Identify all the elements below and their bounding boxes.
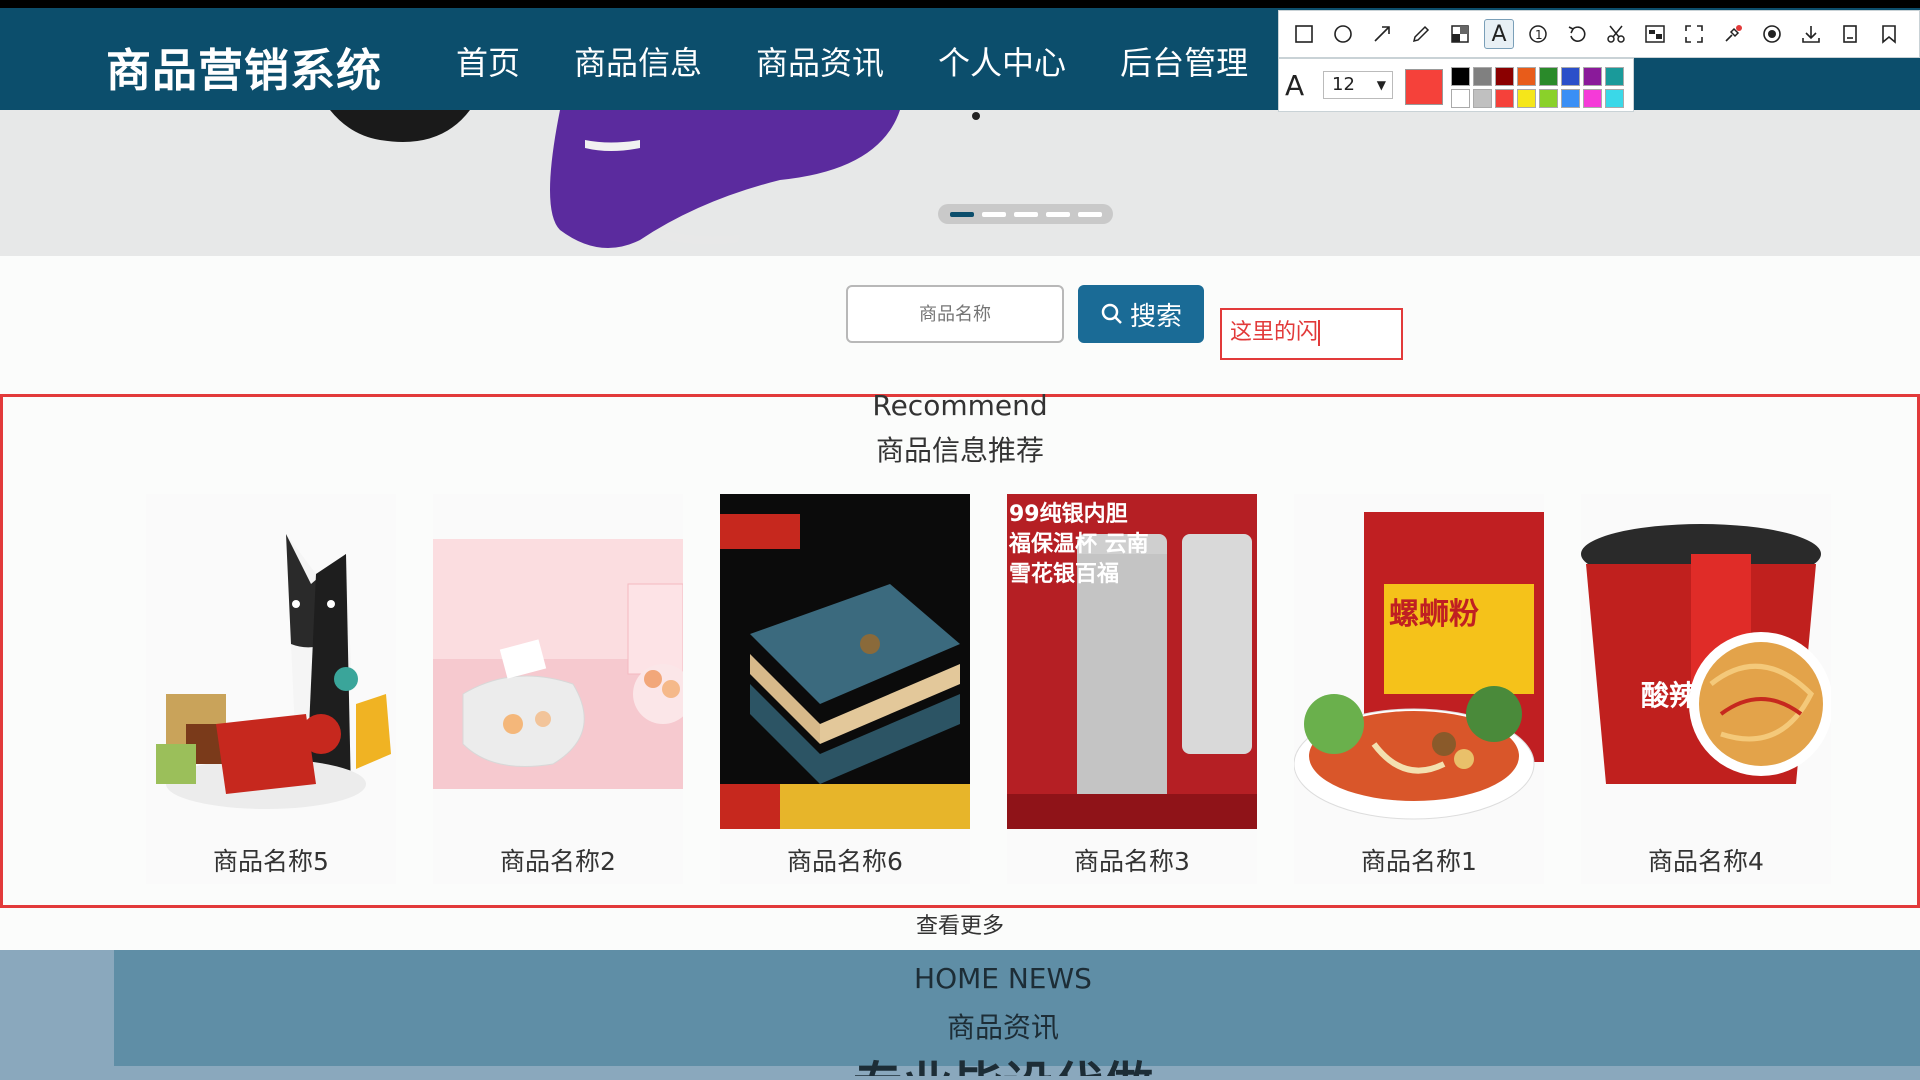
annotation-text: 这里的闪	[1230, 320, 1319, 345]
color-swatch[interactable]	[1605, 67, 1624, 86]
product-card[interactable]: 螺蛳粉 商品名称1	[1294, 494, 1544, 884]
product-image[interactable]	[720, 494, 970, 829]
nav-item-home[interactable]: 首页	[456, 38, 520, 84]
color-swatch[interactable]	[1517, 89, 1536, 108]
pencil-icon[interactable]	[1406, 19, 1436, 49]
search-button-label: 搜索	[1129, 301, 1182, 332]
carousel-indicators	[938, 204, 1113, 224]
carousel-dot[interactable]	[950, 211, 974, 217]
color-swatch[interactable]	[1495, 67, 1514, 86]
text-caret	[1318, 320, 1321, 346]
product-card[interactable]: 酸辣 商品名称4	[1581, 494, 1831, 884]
cut-icon[interactable]	[1601, 19, 1631, 49]
carousel-dot[interactable]	[1014, 211, 1038, 217]
download-icon[interactable]	[1796, 19, 1826, 49]
ocr-icon[interactable]	[1640, 19, 1670, 49]
nav-item-products[interactable]: 商品信息	[574, 38, 702, 84]
product-card[interactable]: 商品名称2	[433, 494, 683, 884]
fullscreen-icon[interactable]	[1679, 19, 1709, 49]
news-title-en: HOME NEWS	[914, 962, 1092, 995]
product-name[interactable]: 商品名称6	[720, 842, 970, 878]
record-icon[interactable]	[1757, 19, 1787, 49]
rectangle-icon[interactable]	[1289, 19, 1319, 49]
font-size-value: 12	[1332, 74, 1355, 95]
color-swatch[interactable]	[1561, 89, 1580, 108]
news-section: HOME NEWS 商品资讯 专业毕设代做	[114, 950, 1920, 1076]
number-icon[interactable]: 1	[1523, 19, 1553, 49]
news-title-cn: 商品资讯	[946, 1011, 1059, 1044]
color-swatch[interactable]	[1605, 89, 1624, 108]
search-button[interactable]: 搜索	[1078, 285, 1204, 343]
nav-item-news[interactable]: 商品资讯	[756, 38, 884, 84]
product-card[interactable]: 商品名称5	[146, 494, 396, 884]
top-black-strip	[0, 0, 1920, 8]
product-name[interactable]: 商品名称4	[1581, 842, 1831, 878]
product-card[interactable]: 商品名称6	[720, 494, 970, 884]
product-image[interactable]: 螺蛳粉	[1294, 494, 1544, 829]
color-swatch[interactable]	[1473, 67, 1492, 86]
product-image[interactable]	[146, 494, 396, 829]
font-size-select[interactable]: 12 ▼	[1323, 71, 1393, 99]
product-image[interactable]: 99纯银内胆 福保温杯 云南雪花银百福	[1007, 494, 1257, 829]
pin-icon[interactable]	[1718, 19, 1748, 49]
product-name[interactable]: 商品名称3	[1007, 842, 1257, 878]
carousel-dot[interactable]	[1078, 211, 1102, 217]
color-swatch[interactable]	[1561, 67, 1580, 86]
recommend-title-en: Recommend	[872, 389, 1048, 422]
search-input[interactable]	[846, 285, 1064, 343]
see-more-link[interactable]: 查看更多	[0, 908, 1920, 940]
color-swatch[interactable]	[1451, 89, 1470, 108]
main-content: 搜索 这里的闪 Recommend 商品信息推荐	[0, 256, 1920, 1080]
ellipse-icon[interactable]	[1328, 19, 1358, 49]
recommend-title-cn: 商品信息推荐	[875, 434, 1044, 467]
carousel-dot[interactable]	[982, 211, 1006, 217]
product-image-text: 酸辣	[1641, 679, 1698, 712]
text-options-bar: A 12 ▼	[1278, 58, 1634, 112]
color-palette	[1451, 67, 1624, 108]
product-card[interactable]: 99纯银内胆 福保温杯 云南雪花银百福 商品名称3	[1007, 494, 1257, 884]
bookmark-icon[interactable]	[1874, 19, 1904, 49]
mosaic-icon[interactable]	[1445, 19, 1475, 49]
product-name[interactable]: 商品名称5	[146, 842, 396, 878]
color-swatch[interactable]	[1539, 89, 1558, 108]
svg-text:1: 1	[1535, 28, 1543, 42]
product-name[interactable]: 商品名称1	[1294, 842, 1544, 878]
product-name[interactable]: 商品名称2	[433, 842, 683, 878]
search-icon	[1101, 303, 1122, 324]
undo-icon[interactable]	[1562, 19, 1592, 49]
product-image-text: 99纯银内胆 福保温杯 云南雪花银百福	[1009, 502, 1149, 587]
product-list: 商品名称5 商品名称2 商品名称6 99纯银内胆 福保温杯 云南雪花银百福 商品…	[146, 494, 1831, 884]
color-swatch[interactable]	[1583, 67, 1602, 86]
annotation-text-box[interactable]: 这里的闪	[1220, 308, 1403, 360]
color-swatch[interactable]	[1539, 67, 1558, 86]
color-swatch[interactable]	[1517, 67, 1536, 86]
chevron-down-icon: ▼	[1376, 78, 1386, 92]
color-swatch[interactable]	[1451, 67, 1470, 86]
nav-item-profile[interactable]: 个人中心	[938, 38, 1066, 84]
color-swatch[interactable]	[1473, 89, 1492, 108]
annotation-toolbar: A 1	[1278, 10, 1920, 58]
main-nav: 首页 商品信息 商品资讯 个人中心 后台管理	[456, 38, 1302, 84]
carousel-dot[interactable]	[1046, 211, 1070, 217]
banner-carousel[interactable]	[0, 110, 1920, 256]
nav-item-admin[interactable]: 后台管理	[1120, 38, 1248, 84]
font-icon: A	[1285, 69, 1305, 102]
color-swatch[interactable]	[1495, 89, 1514, 108]
save-icon[interactable]	[1835, 19, 1865, 49]
arrow-icon[interactable]	[1367, 19, 1397, 49]
product-image[interactable]: 酸辣	[1581, 494, 1831, 829]
text-icon[interactable]: A	[1484, 19, 1514, 49]
color-swatch[interactable]	[1583, 89, 1602, 108]
news-headline: 专业毕设代做	[114, 1046, 1892, 1076]
current-color-swatch[interactable]	[1405, 69, 1443, 105]
banner-shoe-image	[330, 110, 980, 248]
product-image[interactable]	[433, 494, 683, 829]
product-image-text: 螺蛳粉	[1389, 597, 1479, 632]
site-logo: 商品营销系统	[106, 44, 383, 97]
